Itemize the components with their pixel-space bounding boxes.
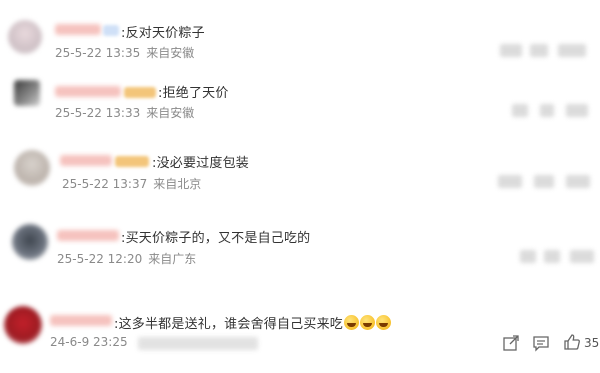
thumbs-up-icon[interactable]	[563, 333, 581, 351]
user-badge-blurred	[103, 25, 119, 36]
actions-blurred[interactable]	[520, 250, 536, 263]
comment-text: :这多半都是送礼，谁会舍得自己买来吃	[114, 313, 391, 332]
actions-blurred[interactable]	[566, 175, 590, 188]
user-badge-blurred	[115, 156, 149, 167]
user-badge-blurred	[124, 87, 156, 98]
comment-location: 来自广东	[148, 252, 197, 266]
actions-blurred[interactable]	[540, 104, 554, 117]
actions-blurred[interactable]	[534, 175, 554, 188]
comment-timestamp: 24-6-9 23:25	[50, 335, 128, 349]
avatar[interactable]	[8, 20, 42, 54]
username-blurred[interactable]	[50, 315, 112, 326]
comment-meta: 25-5-22 13:35 来自安徽	[55, 44, 194, 61]
avatar[interactable]	[12, 224, 48, 260]
actions-blurred[interactable]	[570, 250, 594, 263]
comment-timestamp: 25-5-22 12:20	[57, 252, 143, 266]
laugh-cry-emoji	[375, 315, 391, 330]
comment-timestamp: 25-5-22 13:37	[62, 177, 148, 191]
avatar[interactable]	[14, 80, 40, 106]
comment-location: 来自北京	[153, 177, 202, 191]
actions-blurred[interactable]	[498, 175, 522, 188]
comment-text: :拒绝了天价	[158, 86, 229, 101]
laugh-cry-emoji	[359, 315, 375, 330]
username-blurred[interactable]	[60, 155, 112, 166]
actions-blurred[interactable]	[500, 44, 522, 57]
comment-text-content: :这多半都是送礼，谁会舍得自己买来吃	[114, 317, 343, 332]
comment-meta: 25-5-22 12:20 来自广东	[57, 250, 196, 267]
comment-location: 来自安徽	[146, 46, 195, 60]
actions-blurred[interactable]	[558, 44, 586, 57]
actions-blurred[interactable]	[544, 250, 560, 263]
comment-meta: 24-6-9 23:25	[50, 335, 128, 349]
comment-timestamp: 25-5-22 13:33	[55, 106, 141, 120]
laugh-cry-emoji	[343, 315, 359, 330]
actions-blurred[interactable]	[530, 44, 548, 57]
comment-text: :没必要过度包装	[152, 156, 249, 171]
location-blurred	[138, 337, 258, 350]
comment-text: :买天价粽子的，又不是自己吃的	[121, 231, 311, 246]
avatar[interactable]	[14, 150, 50, 186]
username-blurred[interactable]	[55, 24, 101, 35]
comment-meta: 25-5-22 13:33 来自安徽	[55, 104, 194, 121]
comment-meta: 25-5-22 13:37 来自北京	[62, 175, 201, 192]
actions-blurred[interactable]	[566, 104, 588, 117]
like-count: 35	[584, 336, 600, 350]
comment-icon[interactable]	[532, 334, 550, 352]
comment-location: 来自安徽	[146, 106, 195, 120]
comment-text: :反对天价粽子	[121, 26, 205, 41]
actions-blurred[interactable]	[512, 104, 528, 117]
username-blurred[interactable]	[57, 230, 119, 241]
avatar[interactable]	[4, 306, 42, 344]
comment-timestamp: 25-5-22 13:35	[55, 46, 141, 60]
share-icon[interactable]	[502, 334, 520, 352]
username-blurred[interactable]	[55, 86, 121, 97]
